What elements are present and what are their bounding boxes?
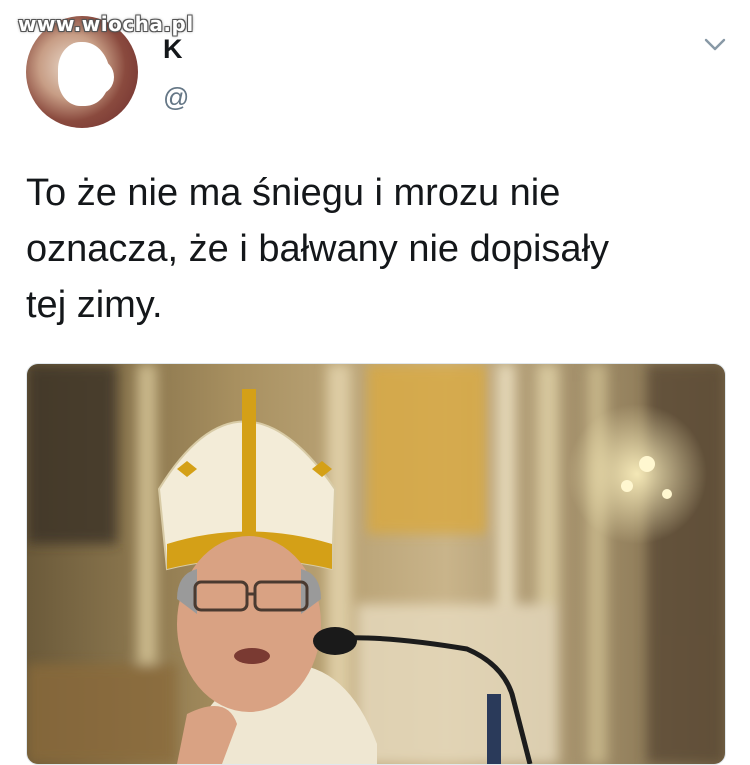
tweet-text-line: tej zimy. bbox=[26, 284, 163, 326]
tweet-text-line: oznacza, że i bałwany nie dopisały bbox=[26, 228, 610, 270]
watermark-logo: www.wiocha.pl bbox=[18, 12, 194, 36]
avatar-redaction bbox=[84, 60, 114, 94]
tweet-media-card[interactable] bbox=[26, 363, 726, 765]
tweet-text: To że nie ma śniegu i mrozu nie oznacza,… bbox=[26, 165, 741, 333]
author-display-name[interactable]: K bbox=[163, 34, 184, 65]
tweet-photo bbox=[27, 364, 725, 764]
tweet-text-line: To że nie ma śniegu i mrozu nie bbox=[26, 172, 561, 214]
author-handle[interactable]: @ bbox=[163, 82, 191, 113]
chevron-down-icon[interactable] bbox=[703, 33, 727, 57]
